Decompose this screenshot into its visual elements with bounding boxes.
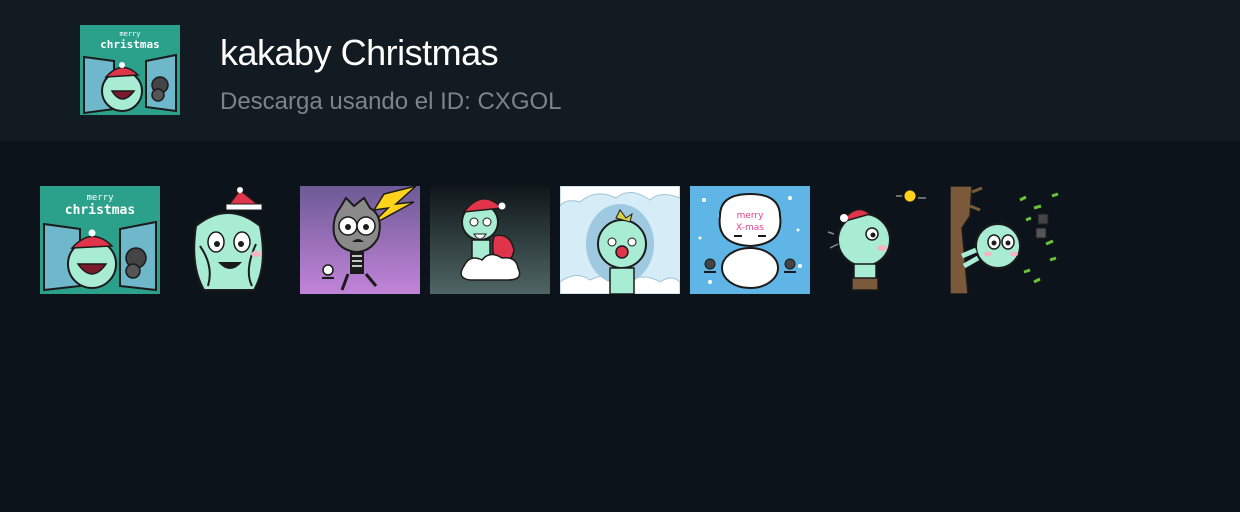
download-id-text: Descarga usando el ID: CXGOL	[220, 88, 562, 115]
sticker-3[interactable]	[300, 186, 420, 294]
lightning-skeleton-sticker-icon	[300, 186, 420, 294]
svg-text:merry: merry	[86, 193, 114, 203]
svg-text:merry: merry	[737, 211, 765, 221]
sticker-2[interactable]	[170, 186, 290, 294]
sticker-7[interactable]	[820, 186, 940, 294]
sticker-8[interactable]	[950, 186, 1070, 294]
pack-title: kakaby Christmas	[220, 32, 499, 73]
sticker-4[interactable]	[430, 186, 550, 294]
sticker-grid: merry christmas merry X-mas	[40, 186, 1200, 294]
santa-on-cloud-sticker-icon	[430, 186, 550, 294]
svg-text:merry: merry	[119, 30, 140, 38]
sticker-5[interactable]	[560, 186, 680, 294]
sticker-1[interactable]: merry christmas	[40, 186, 160, 294]
snowman-merry-xmas-sticker-icon: merry X-mas	[690, 186, 810, 294]
sticker-6[interactable]: merry X-mas	[690, 186, 810, 294]
svg-text:christmas: christmas	[100, 38, 160, 51]
pack-header: merry christmas kakaby Christmas Descarg…	[0, 0, 1240, 141]
snow-hole-red-nose-sticker-icon	[560, 186, 680, 294]
windy-tree-character-sticker-icon	[950, 186, 1070, 294]
pack-thumbnail[interactable]: merry christmas	[80, 25, 180, 115]
santa-hat-moon-sticker-icon	[820, 186, 940, 294]
santa-hat-tangled-character-sticker-icon	[170, 186, 290, 294]
svg-text:christmas: christmas	[65, 203, 135, 218]
merry-christmas-thumbnail-icon: merry christmas	[80, 25, 180, 115]
svg-text:X-mas: X-mas	[736, 223, 764, 233]
merry-christmas-window-sticker-icon: merry christmas	[40, 186, 160, 294]
